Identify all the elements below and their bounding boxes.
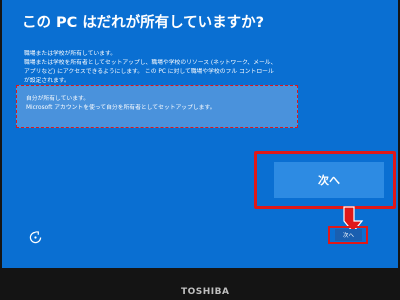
option-work-school-desc-line: アプリなど) にアクセスできるようにします。 この PC に対して職場や学校のフ… [24, 69, 274, 75]
option-work-school[interactable]: 職場または学校が所有しています。 職場または学校を所有者としてセットアップし、職… [24, 50, 304, 84]
option-work-school-title: 職場または学校が所有しています。 [24, 51, 116, 57]
brand-logo: TOSHIBA [181, 287, 230, 297]
option-personal[interactable]: 自分が所有しています。 Microsoft アカウントを使って自分を所有者として… [16, 85, 298, 128]
option-work-school-desc-line: 職場または学校を所有者としてセットアップし、職場や学校のリソース (ネットワーク… [24, 60, 277, 66]
accessibility-icon[interactable] [29, 231, 42, 244]
page-title: この PC はだれが所有していますか? [22, 15, 265, 31]
option-personal-desc: Microsoft アカウントを使って自分を所有者としてセットアップします。 [26, 105, 216, 111]
option-personal-title: 自分が所有しています。 [26, 96, 90, 102]
setup-screen: この PC はだれが所有していますか? 職場または学校が所有しています。 職場ま… [2, 0, 398, 268]
next-button-zoomed[interactable]: 次へ [274, 162, 384, 198]
next-button[interactable]: 次へ [335, 229, 362, 241]
